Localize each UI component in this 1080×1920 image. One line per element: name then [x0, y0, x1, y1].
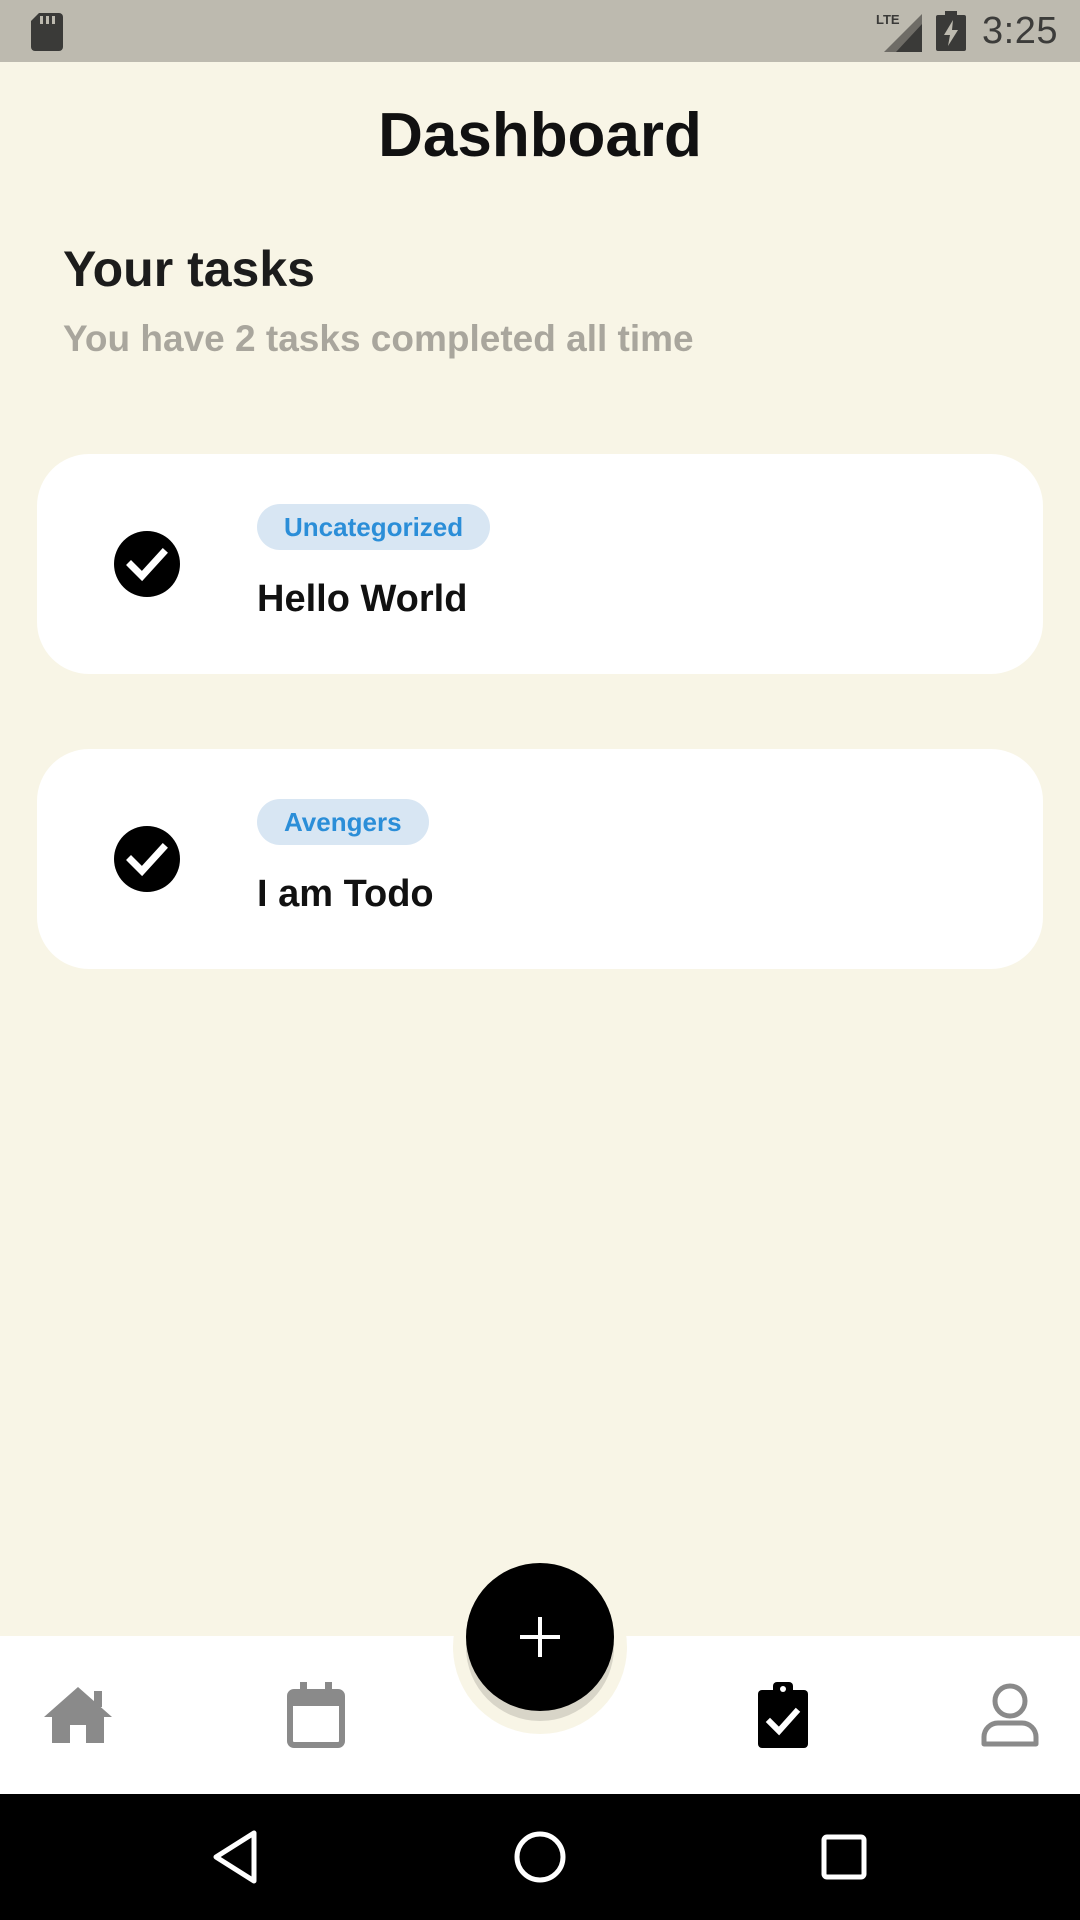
page-title: Dashboard	[378, 101, 702, 170]
add-task-button[interactable]	[466, 1563, 614, 1711]
system-navigation-bar	[0, 1794, 1080, 1920]
check-circle-icon[interactable]	[114, 826, 180, 892]
check-circle-icon[interactable]	[114, 531, 180, 597]
recents-icon[interactable]	[814, 1827, 874, 1887]
home-icon	[44, 1687, 112, 1743]
lte-signal-icon: LTE	[876, 12, 923, 52]
task-card[interactable]: Avengers I am Todo	[37, 749, 1043, 969]
clipboard-check-icon	[758, 1682, 808, 1748]
category-chip: Uncategorized	[257, 504, 491, 550]
tasks-summary-text: You have 2 tasks completed all time	[63, 318, 694, 359]
network-label: LTE	[876, 12, 900, 27]
status-bar: LTE 3:25	[0, 0, 1080, 62]
calendar-icon	[287, 1682, 345, 1748]
sd-card-icon	[31, 13, 63, 51]
nav-home[interactable]	[8, 1636, 148, 1794]
task-title: Hello World	[257, 578, 468, 620]
task-card[interactable]: Uncategorized Hello World	[37, 454, 1043, 674]
home-circle-icon[interactable]	[510, 1827, 570, 1887]
back-icon[interactable]	[206, 1827, 266, 1887]
section-title: Your tasks	[63, 241, 315, 297]
status-clock: 3:25	[982, 9, 1058, 52]
plus-icon	[520, 1617, 560, 1657]
user-icon	[981, 1683, 1039, 1747]
nav-calendar[interactable]	[246, 1636, 386, 1794]
nav-profile[interactable]	[940, 1636, 1080, 1794]
dashboard-screen: LTE 3:25 Dashboard Your tasks You have 2…	[0, 0, 1080, 1920]
task-title: I am Todo	[257, 873, 434, 915]
nav-tasks[interactable]	[713, 1636, 853, 1794]
battery-charging-icon	[936, 11, 967, 51]
category-chip: Avengers	[257, 799, 429, 845]
status-icons: LTE 3:25	[876, 0, 1058, 62]
